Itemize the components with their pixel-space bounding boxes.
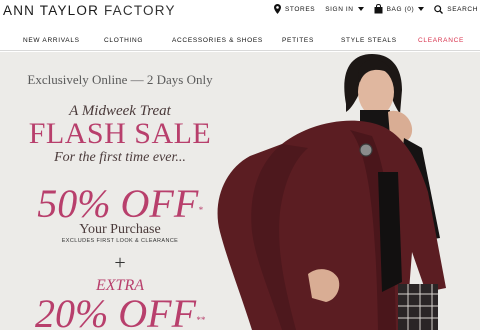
logo-primary: ANN TAYLOR [3,3,100,18]
stores-link[interactable]: STORES [273,4,316,14]
promo-exclusions: EXCLUDES FIRST LOOK & CLEARANCE [61,238,179,244]
offer-primary-mark: * [198,205,203,215]
nav-item-new-arrivals[interactable]: NEW ARRIVALS [23,37,80,44]
nav-item-accessories-shoes[interactable]: ACCESSORIES & SHOES [172,37,263,44]
nav-item-style-steals[interactable]: STYLE STEALS [341,37,397,44]
bag-link[interactable]: BAG (0) [374,4,425,14]
utility-nav: STORES SIGN IN BAG (0) SEARCH [264,4,478,14]
hero-banner[interactable]: Exclusively Online — 2 Days Only A Midwe… [0,52,480,330]
offer-secondary-value: 20% OFF [34,291,197,330]
caret-down-icon [357,7,364,11]
search-icon [434,4,444,14]
logo[interactable]: ANN TAYLOR FACTORY [3,3,176,18]
hero-model-photo [217,54,446,330]
offer-secondary-mark: ** [196,315,206,325]
promo-plus: + [114,252,126,274]
bag-label: BAG (0) [386,5,415,13]
promo-headline: FLASH SALE [28,117,212,150]
caret-down-icon [418,7,425,11]
promo-first-time: For the first time ever... [54,150,186,165]
promo-tagline: Exclusively Online — 2 Days Only [27,72,213,87]
main-nav: NEW ARRIVALS CLOTHING ACCESSORIES & SHOE… [0,33,480,51]
site-header: ANN TAYLOR FACTORY STORES SIGN IN BAG (0… [0,0,480,22]
nav-item-petites[interactable]: PETITES [282,37,314,44]
logo-secondary: FACTORY [103,3,176,18]
search-link[interactable]: SEARCH [434,4,478,14]
signin-link[interactable]: SIGN IN [325,5,364,13]
nav-item-clothing[interactable]: CLOTHING [104,37,143,44]
search-label: SEARCH [447,5,478,13]
promo-offer-description: Your Purchase [79,222,161,237]
map-pin-icon [273,4,281,14]
signin-label: SIGN IN [325,5,354,13]
promo-text: Exclusively Online — 2 Days Only A Midwe… [0,52,240,330]
offer-primary-value: 50% OFF [37,181,199,226]
stores-label: STORES [284,5,316,13]
nav-item-clearance[interactable]: CLEARANCE [418,37,464,44]
promo-offer-secondary: 20% OFF** [0,292,240,330]
bag-icon [374,4,383,14]
promo-offer-primary: 50% OFF* [0,182,240,226]
